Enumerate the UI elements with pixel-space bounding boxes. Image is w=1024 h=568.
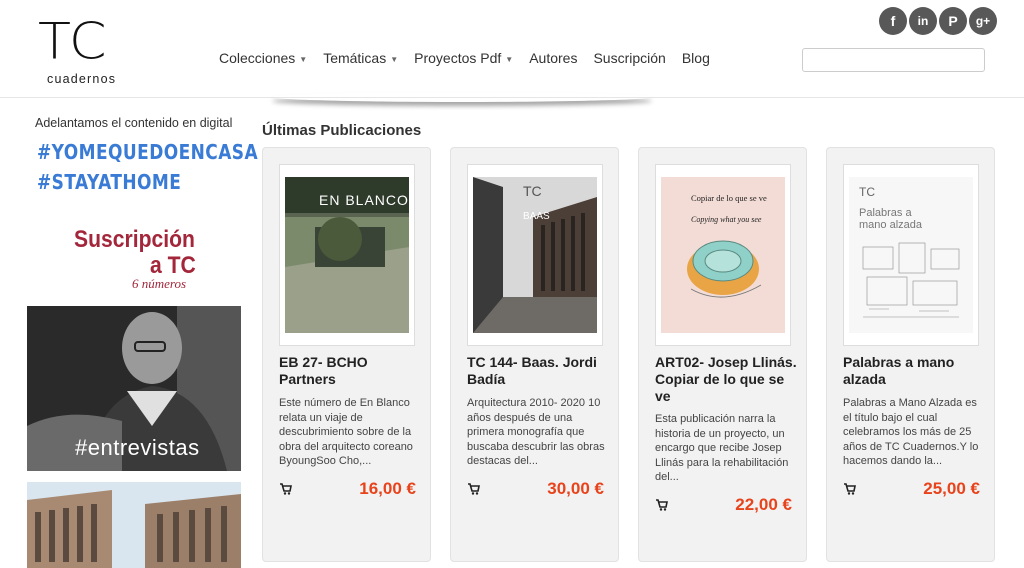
sidebar: Adelantamos el contenido en digital #YOM… (0, 100, 262, 568)
cover-title: TC (523, 183, 542, 199)
cart-icon[interactable] (468, 483, 480, 495)
site-header: TC cuadernos Colecciones ▼ Temáticas ▼ Pro… (0, 0, 1024, 98)
subscription-subtitle: 6 números (132, 276, 187, 291)
hashtag-yomequedoencasa[interactable]: #YOMEQUEDOENCASA (37, 140, 258, 164)
logo-sub-text: cuadernos (47, 72, 117, 86)
product-card[interactable]: TC Palabras a mano alzada Palabras a man… (826, 147, 995, 562)
cover-title: TC (859, 185, 875, 199)
cover-subtitle: Palabras a mano alzada (859, 207, 922, 231)
cover-image: EN BLANCO (285, 177, 409, 333)
architecture-banner[interactable] (27, 482, 241, 568)
nav-item-suscripcion[interactable]: Suscripción (593, 50, 665, 66)
product-description: Arquitectura 2010- 2020 10 años después … (467, 397, 605, 467)
search-input[interactable] (802, 48, 985, 72)
section-title: Últimas Publicaciones (262, 122, 422, 139)
caret-down-icon: ▼ (299, 54, 308, 64)
facebook-icon[interactable]: f (879, 7, 907, 35)
product-title[interactable]: ART02- Josep Llinás. Copiar de lo que se… (655, 354, 800, 405)
site-logo[interactable]: TC cuadernos (38, 14, 128, 88)
cover-image: Copiar de lo que se ve Copying what you … (661, 177, 785, 333)
cart-icon[interactable] (280, 483, 292, 495)
product-description: Este número de En Blanco relata un viaje… (279, 397, 413, 467)
caret-down-icon: ▼ (505, 54, 514, 64)
cover-image: TC BAAS (473, 177, 597, 333)
product-title[interactable]: Palabras a mano alzada (843, 354, 988, 388)
product-cover[interactable]: TC Palabras a mano alzada (843, 164, 979, 346)
interviews-label: #entrevistas (75, 435, 200, 460)
product-price[interactable]: 22,00 € (735, 495, 792, 515)
cover-title: EN BLANCO (319, 192, 409, 208)
nav-item-colecciones[interactable]: Colecciones ▼ (219, 50, 307, 66)
header-shadow-decoration (272, 92, 652, 102)
nav-label: Suscripción (593, 50, 666, 66)
building-illustration (27, 482, 241, 568)
nav-item-proyectos-pdf[interactable]: Proyectos Pdf ▼ (414, 50, 513, 66)
interviews-banner[interactable]: #entrevistas (27, 306, 241, 471)
cart-icon[interactable] (656, 499, 668, 511)
product-price[interactable]: 16,00 € (359, 479, 416, 499)
product-description: Esta publicación narra la historia de un… (655, 413, 789, 483)
subscription-title: Suscripción (74, 226, 195, 253)
cart-icon[interactable] (844, 483, 856, 495)
linkedin-icon[interactable]: in (909, 7, 937, 35)
googleplus-icon[interactable]: g+ (969, 7, 997, 35)
nav-item-autores[interactable]: Autores (529, 50, 577, 66)
caret-down-icon: ▼ (390, 54, 399, 64)
product-title[interactable]: EB 27- BCHO Partners (279, 354, 424, 388)
hashtag-stayathome[interactable]: #STAYATHOME (37, 170, 181, 194)
main-nav: Colecciones ▼ Temáticas ▼ Proyectos Pdf ▼ A… (219, 50, 726, 66)
product-title[interactable]: TC 144- Baas. Jordi Badía (467, 354, 612, 388)
nav-label: Proyectos Pdf (414, 50, 502, 66)
product-price[interactable]: 25,00 € (923, 479, 980, 499)
cover-title: Copiar de lo que se ve (691, 193, 767, 203)
product-cover[interactable]: EN BLANCO (279, 164, 415, 346)
product-cover[interactable]: TC BAAS (467, 164, 603, 346)
nav-label: Colecciones (219, 50, 296, 66)
promo-text: Adelantamos el contenido en digital (35, 116, 233, 130)
product-price[interactable]: 30,00 € (547, 479, 604, 499)
nav-label: Temáticas (323, 50, 387, 66)
product-cover[interactable]: Copiar de lo que se ve Copying what you … (655, 164, 791, 346)
nav-label: Autores (529, 50, 578, 66)
cover-subtitle: BAAS (523, 211, 550, 222)
nav-item-blog[interactable]: Blog (682, 50, 710, 66)
pinterest-icon[interactable]: P (939, 7, 967, 35)
nav-label: Blog (681, 50, 710, 66)
product-card[interactable]: EN BLANCO EB 27- BCHO Partners Este núme… (262, 147, 431, 562)
product-card[interactable]: Copiar de lo que se ve Copying what you … (638, 147, 807, 562)
product-card[interactable]: TC BAAS TC 144- Baas. Jordi Badía Arquit… (450, 147, 619, 562)
product-description: Palabras a Mano Alzada es el título bajo… (843, 397, 979, 467)
nav-item-tematicas[interactable]: Temáticas ▼ (323, 50, 398, 66)
logo-main-text: TC (38, 12, 108, 71)
cover-image: TC Palabras a mano alzada (849, 177, 973, 333)
cover-subtitle: Copying what you see (691, 215, 762, 224)
